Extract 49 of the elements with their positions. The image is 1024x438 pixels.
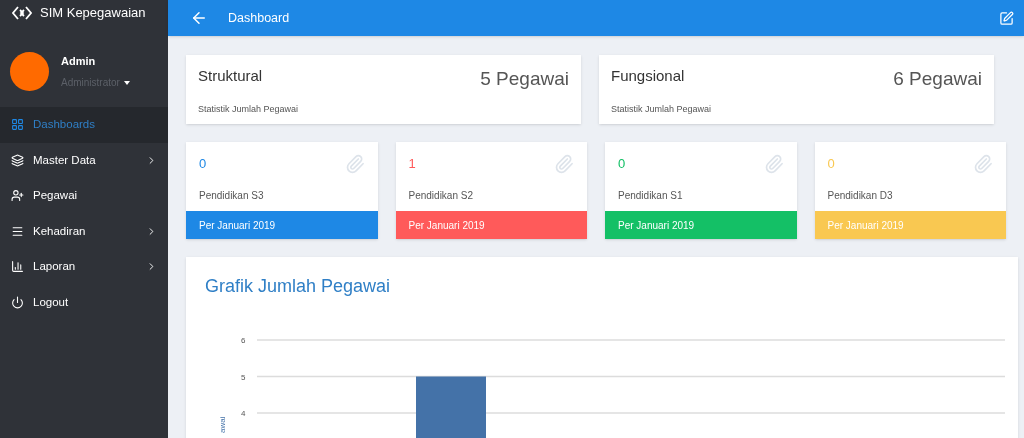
- stat-footer: Per Januari 2019: [605, 211, 797, 239]
- stat-footer: Per Januari 2019: [395, 211, 587, 239]
- chart-title: Grafik Jumlah Pegawai: [205, 275, 392, 298]
- add-user-icon: [11, 189, 24, 203]
- power-icon: [11, 295, 24, 309]
- sidebar-item[interactable]: Pegawai: [0, 178, 168, 214]
- grid-icon: [11, 118, 24, 132]
- paperclip-icon: [554, 154, 574, 174]
- sidebar-item[interactable]: Kehadiran: [0, 213, 168, 249]
- list-icon: [11, 224, 24, 238]
- y-axis-label: awai: [218, 416, 227, 433]
- card-subtitle: Statistik Jumlah Pegawai: [611, 102, 713, 116]
- y-tick-label: 6: [241, 336, 246, 345]
- bar-chart-icon: [11, 260, 24, 274]
- stat-footer: Per Januari 2019: [186, 211, 378, 239]
- stat-count: 0: [618, 155, 627, 173]
- stat-count: 0: [827, 155, 836, 173]
- stat-count: 1: [408, 155, 417, 173]
- stat-label: Pendidikan S1: [618, 188, 683, 203]
- paperclip-icon: [973, 154, 993, 174]
- stat-footer: Per Januari 2019: [814, 211, 1006, 239]
- stat-label: Pendidikan S3: [199, 188, 264, 203]
- card-value: 5 Pegawai: [480, 67, 569, 91]
- sidebar-item[interactable]: Master Data: [0, 142, 168, 178]
- edit-button[interactable]: [999, 10, 1014, 26]
- page-title: Dashboard: [228, 9, 291, 27]
- stat-label: Pendidikan D3: [827, 188, 893, 203]
- y-tick-label: 4: [241, 409, 246, 418]
- user-name: Admin: [61, 53, 97, 69]
- edit-icon: [999, 10, 1014, 26]
- paperclip-icon: [763, 154, 784, 174]
- layers-icon: [11, 153, 24, 167]
- card-title: Struktural: [198, 66, 263, 86]
- app-title: SIM Kepegawaian: [40, 4, 146, 23]
- logo-icon: [12, 6, 32, 20]
- bar: [416, 376, 486, 438]
- card-subtitle: Statistik Jumlah Pegawai: [198, 102, 300, 116]
- card-title: Fungsional: [611, 66, 685, 86]
- caret-icon: [123, 80, 130, 85]
- y-tick-label: 5: [241, 372, 246, 382]
- avatar: [10, 52, 49, 91]
- sidebar-item[interactable]: Logout: [0, 284, 168, 320]
- stat-label: Pendidikan S2: [408, 188, 473, 203]
- stat-count: 0: [199, 155, 208, 173]
- back-button[interactable]: [190, 9, 208, 27]
- sidebar-item[interactable]: Dashboards: [0, 107, 168, 143]
- sidebar-item[interactable]: Laporan: [0, 249, 168, 285]
- paperclip-icon: [344, 154, 365, 174]
- card-value: 6 Pegawai: [893, 67, 982, 91]
